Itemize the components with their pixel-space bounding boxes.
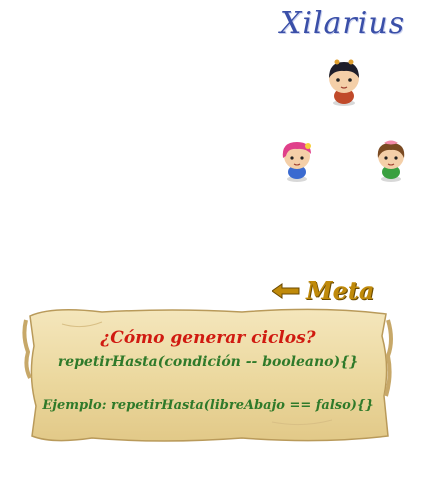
arrow-left-icon bbox=[272, 282, 300, 299]
game-title: Xilarius bbox=[280, 6, 406, 41]
scroll-content: ¿Cómo generar ciclos? repetirHasta(condi… bbox=[22, 306, 394, 446]
boy-avatar-icon bbox=[329, 59, 359, 106]
character-boy[interactable] bbox=[324, 58, 364, 106]
girl-brown-avatar-icon bbox=[377, 140, 405, 182]
instruction-scroll: ¿Cómo generar ciclos? repetirHasta(condi… bbox=[22, 306, 394, 446]
scroll-example: Ejemplo: repetirHasta(libreAbajo == fals… bbox=[42, 398, 374, 413]
goal-marker: Meta bbox=[272, 276, 374, 305]
goal-label: Meta bbox=[306, 276, 375, 305]
scroll-heading: ¿Cómo generar ciclos? bbox=[100, 328, 316, 348]
scroll-syntax: repetirHasta(condición -- booleano){} bbox=[57, 354, 359, 370]
girl-pink-avatar-icon bbox=[282, 142, 311, 182]
game-stage: Xilarius Meta ¿Cómo generar ciclos? repe… bbox=[0, 0, 440, 490]
character-girl-brown[interactable] bbox=[372, 138, 410, 182]
character-girl-pink[interactable] bbox=[278, 138, 316, 182]
